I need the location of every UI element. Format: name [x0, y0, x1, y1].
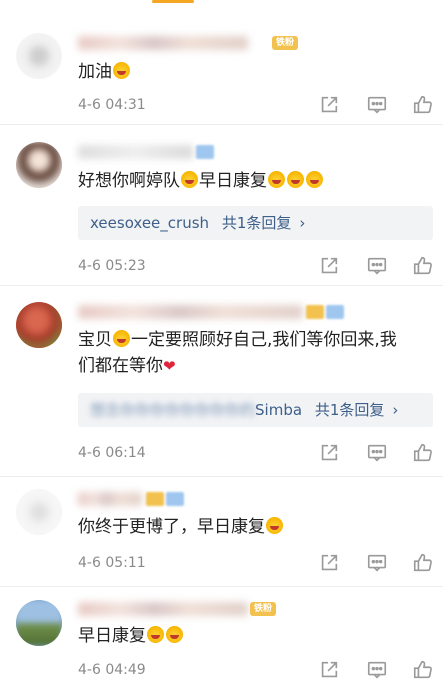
crying-emoji-icon — [113, 330, 130, 347]
comment-text-content: 加油 — [78, 62, 112, 82]
avatar[interactable] — [16, 600, 62, 646]
kiss-emoji-icon — [266, 517, 283, 534]
comment-time: 4-6 06:14 — [78, 445, 146, 461]
comment-text-content-2: 一定要照顾好自己,我们等你回来,我 — [131, 330, 397, 350]
share-icon[interactable] — [318, 94, 340, 116]
reply-user-blurred: 想念你你你你你你你你的 — [90, 401, 256, 419]
heart-icon: ❤ — [163, 357, 176, 375]
avatar[interactable] — [16, 489, 62, 535]
comment-time: 4-6 04:31 — [78, 97, 146, 113]
avatar[interactable] — [16, 302, 62, 348]
like-icon[interactable] — [412, 552, 434, 574]
comment-icon[interactable] — [366, 552, 388, 574]
username-blurred[interactable] — [78, 602, 248, 616]
kiss-emoji-icon — [268, 171, 285, 188]
username-blurred[interactable] — [78, 145, 193, 159]
member-badge — [196, 145, 214, 159]
comment-item: 铁粉 加油 4-6 04:31 — [0, 0, 443, 122]
username-blurred[interactable] — [78, 36, 248, 50]
kiss-emoji-icon — [166, 626, 183, 643]
crying-emoji-icon — [181, 171, 198, 188]
member-badge — [326, 305, 344, 319]
like-icon[interactable] — [412, 659, 434, 681]
like-icon[interactable] — [412, 255, 434, 277]
like-icon[interactable] — [412, 94, 434, 116]
comment-item: 铁粉 早日康复 4-6 04:49 — [0, 587, 443, 700]
kiss-emoji-icon — [113, 62, 130, 79]
kiss-emoji-icon — [287, 171, 304, 188]
comment-text-content: 早日康复 — [78, 626, 146, 646]
fan-badge: 铁粉 — [250, 602, 277, 616]
comment-time: 4-6 04:49 — [78, 662, 146, 678]
share-icon[interactable] — [318, 442, 340, 464]
comment-text-content-2: 早日康复 — [199, 171, 267, 191]
avatar[interactable] — [16, 142, 62, 188]
reply-user: xeesoxee_crush — [90, 214, 210, 232]
member-badge — [166, 492, 184, 506]
avatar[interactable] — [16, 33, 62, 79]
comment-text-content: 你终于更博了，早日康复 — [78, 517, 265, 537]
share-icon[interactable] — [318, 552, 340, 574]
comment-item: 你终于更博了，早日康复 4-6 05:11 — [0, 477, 443, 587]
fan-badge-icon — [306, 305, 324, 319]
reply-user: Simba — [255, 401, 303, 419]
comment-text: 早日康复 — [78, 623, 429, 649]
comment-icon[interactable] — [366, 94, 388, 116]
fan-badge: 铁粉 — [272, 36, 299, 50]
chevron-right-icon: › — [299, 214, 306, 232]
comment-text: 加油 — [78, 59, 429, 85]
share-icon[interactable] — [318, 659, 340, 681]
kiss-emoji-icon — [306, 171, 323, 188]
reply-preview[interactable]: 想念你你你你你你你你的Simba 共1条回复 › — [78, 393, 433, 427]
comment-text-content: 宝贝 — [78, 330, 112, 350]
comment-text-content-3: 们都在等你 — [78, 356, 163, 376]
reply-preview[interactable]: xeesoxee_crush 共1条回复 › — [78, 206, 433, 240]
surprised-emoji-icon — [147, 626, 164, 643]
comment-icon[interactable] — [366, 442, 388, 464]
comment-icon[interactable] — [366, 255, 388, 277]
comment-text: 宝贝 一定要照顾好自己,我们等你回来,我 们都在等你❤ — [78, 327, 429, 379]
comment-text: 你终于更博了，早日康复 — [78, 514, 429, 540]
reply-count: 共1条回复 — [221, 214, 292, 232]
share-icon[interactable] — [318, 255, 340, 277]
comment-icon[interactable] — [366, 659, 388, 681]
comment-item: 好想你啊婷队 早日康复 xeesoxee_crush 共1条回复 › 4-6 05:… — [0, 125, 443, 285]
like-icon[interactable] — [412, 442, 434, 464]
comment-time: 4-6 05:11 — [78, 555, 146, 571]
reply-count: 共1条回复 — [314, 401, 385, 419]
username-blurred[interactable] — [78, 492, 142, 506]
comment-time: 4-6 05:23 — [78, 258, 146, 274]
username-blurred[interactable] — [78, 305, 303, 319]
comment-item: 宝贝 一定要照顾好自己,我们等你回来,我 们都在等你❤ 想念你你你你你你你你的Si… — [0, 286, 443, 476]
chevron-right-icon: › — [392, 401, 399, 419]
comment-text-content: 好想你啊婷队 — [78, 171, 180, 191]
fan-badge-icon — [146, 492, 164, 506]
comment-text: 好想你啊婷队 早日康复 — [78, 168, 429, 194]
